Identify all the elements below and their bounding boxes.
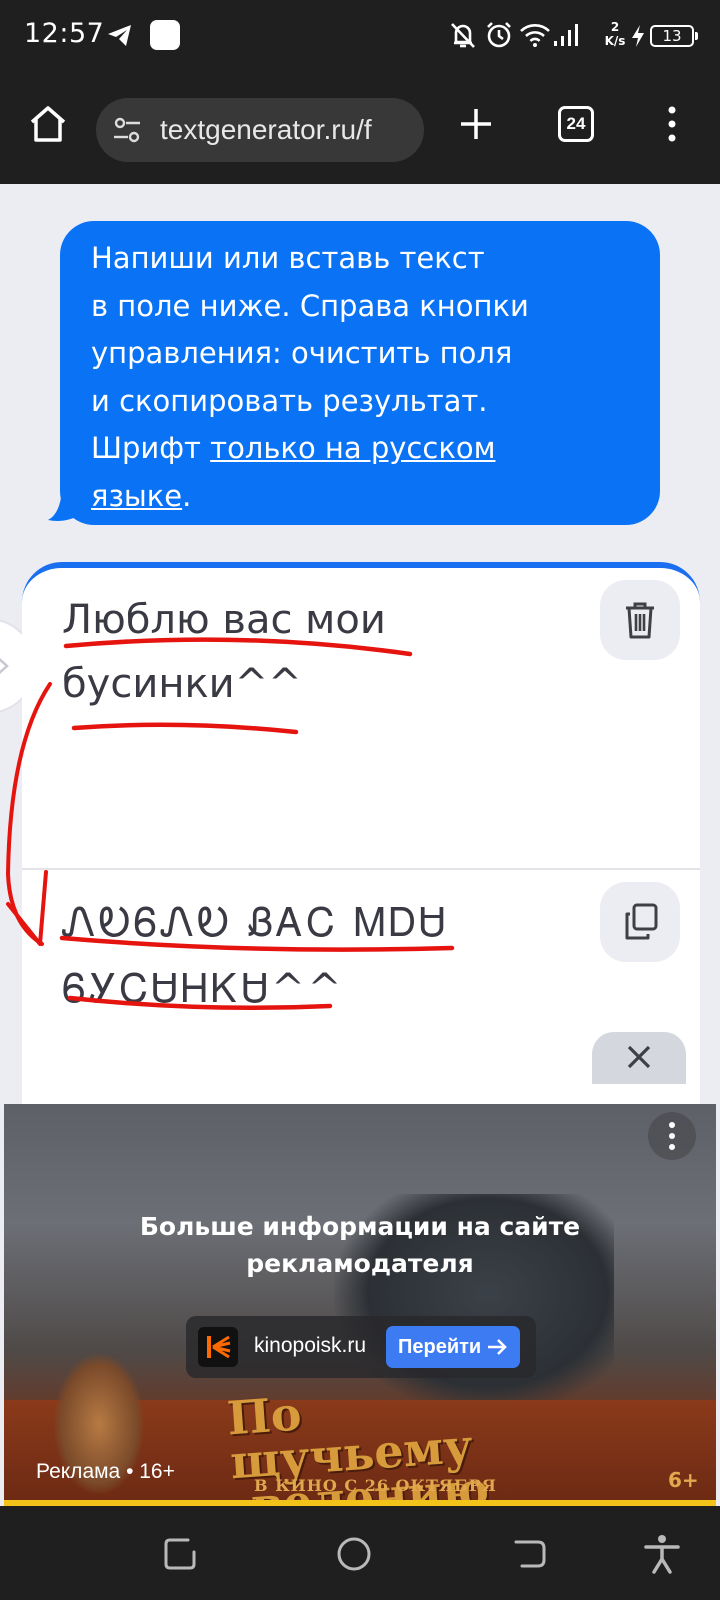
wifi-icon	[520, 24, 550, 47]
system-nav-bar	[0, 1506, 720, 1600]
kinopoisk-logo-icon	[198, 1327, 238, 1367]
ad-headline: Больше информации на сайте рекламодателя	[139, 1212, 581, 1278]
tab-switcher-button[interactable]: 24	[558, 106, 594, 142]
status-time: 12:57	[24, 18, 105, 49]
hint-bubble: Напиши или вставь текст в поле ниже. Спр…	[60, 221, 660, 525]
more-vertical-icon	[669, 1122, 675, 1150]
clear-button[interactable]	[600, 580, 680, 660]
ad-movie-age: 6+	[668, 1468, 699, 1492]
ad-movie-subtitle: В КИНО С 26 ОКТЯБРЯ	[254, 1476, 497, 1495]
input-text[interactable]: Люблю вас мои бусинки^^	[62, 588, 562, 716]
site-settings-icon[interactable]	[112, 116, 142, 144]
arrow-right-icon	[488, 1339, 507, 1355]
ad-go-button[interactable]: Перейти	[386, 1326, 520, 1368]
recents-icon[interactable]	[158, 1532, 202, 1576]
back-icon[interactable]	[508, 1532, 552, 1576]
browser-toolbar: textgenerator.ru/f 24	[0, 72, 720, 184]
russian-only-link[interactable]: только на русском	[210, 431, 495, 465]
chevron-right-icon	[0, 658, 9, 674]
close-icon	[627, 1045, 651, 1069]
input-field[interactable]: Люблю вас мои бусинки^^	[22, 568, 700, 870]
close-ad-button[interactable]	[592, 1032, 686, 1084]
telegram-icon	[108, 25, 131, 46]
russian-only-link-cont[interactable]: языке	[91, 479, 182, 513]
ad-cta-pill[interactable]: kinopoisk.ru Перейти	[186, 1316, 536, 1378]
battery-icon: 13	[650, 25, 698, 47]
accessibility-icon[interactable]	[640, 1532, 684, 1576]
home-nav-icon[interactable]	[332, 1532, 376, 1576]
ad-options-button[interactable]	[648, 1112, 696, 1160]
app-square-icon	[150, 20, 180, 50]
ad-label: Реклама • 16+	[36, 1460, 175, 1483]
ad-banner[interactable]: По щучьему велению В КИНО С 26 ОКТЯБРЯ 6…	[4, 1104, 716, 1502]
trash-icon	[626, 602, 654, 639]
more-menu-icon[interactable]	[660, 102, 684, 146]
copy-button[interactable]	[600, 882, 680, 962]
notifications-off-icon	[451, 23, 475, 48]
new-tab-icon[interactable]	[458, 106, 494, 142]
url-text: textgenerator.ru/f	[160, 114, 372, 145]
output-text: ᏁᎧᏮᏁᎧ ᏰᎪᏟ ᎷᎠᏌ ᏮᎩᏟᏌᎻᏦᏌ^^	[62, 900, 449, 1012]
home-icon[interactable]	[26, 102, 70, 146]
copy-icon	[625, 903, 658, 940]
alarm-icon	[487, 22, 511, 48]
network-speed: 2 K/s	[604, 20, 626, 48]
address-bar[interactable]: textgenerator.ru/f	[96, 98, 424, 162]
charging-icon	[632, 25, 644, 47]
ad-domain: kinopoisk.ru	[254, 1334, 367, 1357]
status-bar: 12:57 2 K/s 13	[0, 0, 720, 72]
signal-icon	[554, 24, 578, 46]
